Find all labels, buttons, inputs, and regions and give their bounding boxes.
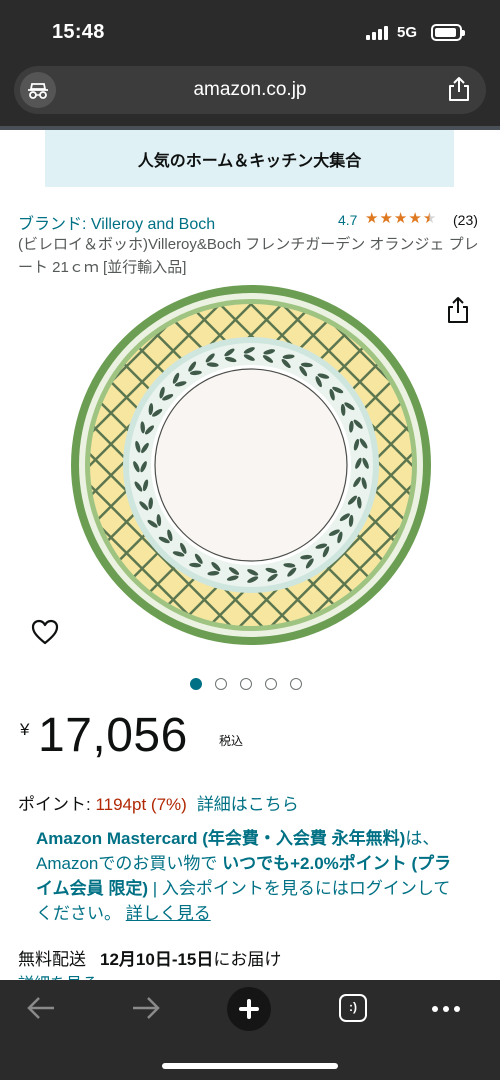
price-currency: ¥ [20,720,30,739]
points-label: ポイント: [18,795,96,814]
shipping-suffix: にお届け [213,950,282,969]
card-promo-link[interactable]: 詳しく見る [126,904,211,923]
carousel-dot[interactable] [190,678,202,690]
status-time: 15:48 [52,21,105,43]
rating-value[interactable]: 4.7 [338,212,357,228]
shipping-label: 無料配送 [18,950,86,969]
rating-count[interactable]: (23) [453,212,478,228]
points-row: ポイント: 1194pt (7%) 詳細はこちら [18,790,299,815]
promo-banner[interactable]: 人気のホーム＆キッチン大集合 [45,130,454,187]
product-share-icon[interactable] [446,296,470,329]
product-title: (ビレロイ＆ボッホ)Villeroy&Boch フレンチガーデン オランジェ プ… [18,236,479,276]
share-icon[interactable] [448,76,470,107]
shipping-date: 12月10日-15日 [100,950,214,969]
battery-level [435,28,456,37]
tax-label: 税込 [219,734,244,748]
rating-stars[interactable]: ★ ★ ★ ★ ★ [365,211,436,227]
product-image[interactable] [70,284,432,646]
url-text[interactable]: amazon.co.jp [14,79,486,101]
shipping-details-link[interactable]: 詳細を見る [18,970,98,980]
points-details-link[interactable]: 詳細はこちら [197,795,299,814]
star-icon: ★ [393,210,408,227]
wishlist-heart-icon[interactable] [31,619,59,650]
network-label: 5G [397,24,418,41]
tabs-button[interactable]: :) [339,994,367,1022]
status-bar: 15:48 5G [0,0,500,62]
price-amount: 17,056 [38,709,188,762]
carousel-dot[interactable] [265,678,277,690]
home-indicator [162,1063,338,1069]
star-icon: ★ [422,210,437,227]
battery-icon [431,24,465,41]
points-value: 1194pt (7%) [95,795,187,814]
star-icon: ★ [408,210,422,227]
carousel-dot[interactable] [215,678,227,690]
browser-address-area: amazon.co.jp [0,62,500,128]
star-icon: ★ [379,210,393,227]
more-menu-icon[interactable] [432,1006,460,1012]
address-bar[interactable]: amazon.co.jp [14,66,486,114]
card-promo-name[interactable]: Amazon Mastercard (年会費・入会費 永年無料) [36,829,405,848]
card-promo[interactable]: Amazon Mastercard (年会費・入会費 永年無料)は、Amazon… [36,826,466,926]
browser-toolbar: :) [0,980,500,1080]
shipping-info: 無料配送 12月10日-15日にお届け [18,945,281,970]
back-arrow-icon[interactable] [25,994,57,1027]
image-carousel-dots[interactable] [190,678,302,690]
new-tab-plus-icon[interactable] [227,987,271,1031]
carousel-dot[interactable] [290,678,302,690]
brand-link[interactable]: ブランド: Villeroy and Boch [18,210,215,234]
star-icon: ★ [365,210,379,227]
forward-arrow-icon[interactable] [130,994,162,1027]
signal-icon [366,26,390,40]
carousel-dot[interactable] [240,678,252,690]
